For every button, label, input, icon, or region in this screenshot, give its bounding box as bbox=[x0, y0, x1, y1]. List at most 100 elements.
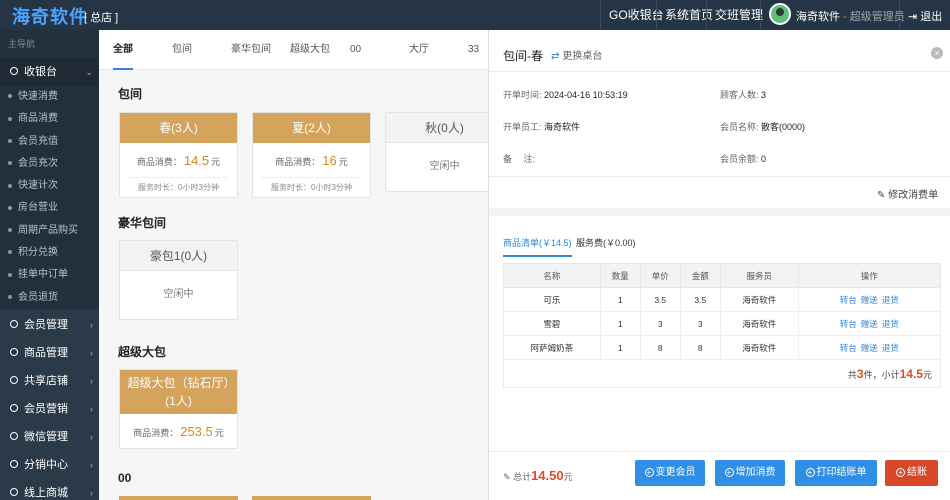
room-card-partial[interactable] bbox=[252, 496, 371, 500]
checkout-button[interactable]: + 结账 bbox=[885, 460, 938, 486]
sidebar-item-member-count[interactable]: 会员充次 bbox=[0, 152, 99, 176]
tab-goods-list[interactable]: 商品清单(￥14.5) bbox=[503, 236, 572, 257]
dot-icon bbox=[8, 116, 12, 121]
user-menu[interactable]: 海奇软件 - 超级管理员 bbox=[760, 0, 905, 30]
sidebar-item-pending-orders[interactable]: 挂单中订单 bbox=[0, 264, 99, 287]
chevron-right-icon: › bbox=[90, 459, 93, 470]
avatar bbox=[769, 3, 791, 25]
chevron-right-icon: › bbox=[90, 431, 93, 442]
edit-icon: ✎ bbox=[503, 472, 511, 482]
sidebar-item-quick-count[interactable]: 快速计次 bbox=[0, 175, 99, 198]
room-status: 空闲中 bbox=[429, 161, 460, 172]
sidebar-group-online-mall[interactable]: 线上商城 › bbox=[0, 479, 99, 500]
gift-link[interactable]: 赠送 bbox=[861, 319, 878, 329]
app-logo: 海奇软件 bbox=[12, 7, 88, 27]
column-header: 名称 bbox=[503, 263, 601, 288]
tab-private-room[interactable]: 包间 bbox=[172, 30, 192, 70]
chevron-right-icon: › bbox=[90, 347, 93, 358]
table-row: 雪碧 1 3 3 海奇软件 转台 赠送 退货 bbox=[503, 311, 942, 336]
dot-icon bbox=[8, 138, 12, 143]
transfer-link[interactable]: 转台 bbox=[840, 319, 857, 329]
sidebar-group-cashier[interactable]: 收银台 ⌄ bbox=[0, 58, 99, 86]
return-link[interactable]: 退货 bbox=[882, 319, 899, 329]
chevron-right-icon: › bbox=[90, 319, 93, 330]
change-member-button[interactable]: + 变更会员 bbox=[635, 460, 705, 486]
plus-icon: + bbox=[805, 468, 815, 477]
circle-icon bbox=[10, 375, 18, 384]
column-header: 金额 bbox=[679, 263, 721, 288]
order-detail-panel: 包间-春 ⇄ 更换桌台 × 开单时间: 2024-04-16 10:53:19 顾… bbox=[488, 30, 950, 500]
open-time-label: 开单时间: bbox=[503, 90, 542, 100]
tab-all[interactable]: 全部 bbox=[113, 30, 133, 70]
member-label: 会员名称: bbox=[720, 122, 759, 132]
subtotal: 14.5 bbox=[899, 367, 923, 381]
transfer-link[interactable]: 转台 bbox=[840, 295, 857, 305]
room-amount: 253.5 bbox=[180, 424, 213, 439]
plus-icon: + bbox=[644, 468, 654, 477]
room-card-haobao1[interactable]: 豪包1(0人) 空闲中 bbox=[119, 240, 238, 320]
transfer-link[interactable]: 转台 bbox=[840, 343, 857, 353]
room-card-xia[interactable]: 夏(2人) 商品消费： 16 元 服务时长：0小时3分钟 bbox=[252, 112, 371, 198]
tab-luxury-room[interactable]: 豪华包间 bbox=[231, 30, 271, 70]
divider bbox=[489, 176, 950, 177]
sidebar-item-quick-spend[interactable]: 快速消费 bbox=[0, 86, 99, 109]
add-spend-button[interactable]: + 增加消费 bbox=[715, 460, 785, 486]
column-header: 操作 bbox=[797, 263, 942, 288]
sidebar-item-cycle-product[interactable]: 周期产品购买 bbox=[0, 219, 99, 243]
print-bill-button[interactable]: + 打印结账单 bbox=[795, 460, 877, 486]
sidebar-item-goods-spend[interactable]: 商品消费 bbox=[0, 108, 99, 131]
sidebar-item-member-recharge[interactable]: 会员充值 bbox=[0, 130, 99, 153]
swap-icon: ⇄ bbox=[551, 51, 560, 62]
dot-icon bbox=[8, 161, 12, 166]
member: 散客(0000) bbox=[761, 122, 806, 132]
total-amount: 14.50 bbox=[531, 468, 564, 483]
sidebar-group-goods[interactable]: 商品管理 › bbox=[0, 339, 99, 367]
room-amount: 16 bbox=[322, 153, 337, 168]
gift-link[interactable]: 赠送 bbox=[861, 295, 878, 305]
edit-order-button[interactable]: ✎ 修改消费单 bbox=[877, 186, 938, 201]
room-card-super[interactable]: 超级大包（钻石厅）(1人) 商品消费： 253.5 元 bbox=[119, 369, 238, 449]
room-card-qiu[interactable]: 秋(0人) 空闲中 bbox=[385, 112, 488, 192]
sidebar-item-room-business[interactable]: 房台营业 bbox=[0, 197, 99, 220]
item-count: 3 bbox=[856, 367, 864, 381]
sidebar-group-distribution[interactable]: 分销中心 › bbox=[0, 451, 99, 479]
user-name: 海奇软件 bbox=[796, 11, 840, 23]
sidebar-group-shared-store[interactable]: 共享店铺 › bbox=[0, 367, 99, 395]
close-icon[interactable]: × bbox=[931, 47, 943, 59]
sidebar-group-marketing[interactable]: 会员营销 › bbox=[0, 395, 99, 423]
sidebar-group-members[interactable]: 会员管理 › bbox=[0, 311, 99, 339]
section-title: 豪华包间 bbox=[118, 216, 167, 230]
circle-icon bbox=[10, 67, 18, 75]
dot-icon bbox=[8, 94, 12, 99]
order-total: ✎ 总计14.50元 bbox=[503, 468, 573, 483]
sidebar-item-points-exchange[interactable]: 积分兑换 bbox=[0, 242, 99, 265]
sidebar-group-wechat[interactable]: 微信管理 › bbox=[0, 423, 99, 451]
sidebar-item-member-return[interactable]: 会员退货 bbox=[0, 286, 99, 309]
return-link[interactable]: 退货 bbox=[882, 343, 899, 353]
circle-icon bbox=[10, 431, 18, 440]
tab-hall[interactable]: 大厅 bbox=[409, 30, 429, 70]
chevron-right-icon: › bbox=[90, 487, 93, 498]
room-category-tabs: 全部 包间 豪华包间 超级大包 00 大厅 33 bbox=[99, 30, 488, 70]
tab-33[interactable]: 33 bbox=[468, 30, 479, 70]
table-row: 可乐 1 3.5 3.5 海奇软件 转台 赠送 退货 bbox=[503, 287, 942, 312]
room-board: 全部 包间 豪华包间 超级大包 00 大厅 33 包间 春(3人) 商品消费： 1… bbox=[99, 30, 488, 500]
tab-00[interactable]: 00 bbox=[350, 30, 361, 70]
column-header: 单价 bbox=[639, 263, 681, 288]
panel-title: 包间-春 bbox=[503, 49, 543, 63]
tab-service-fee[interactable]: 服务费(￥0.00) bbox=[576, 236, 636, 249]
section-title: 包间 bbox=[118, 87, 143, 101]
logout-button[interactable]: ⇥ 退出 bbox=[908, 8, 942, 24]
return-link[interactable]: 退货 bbox=[882, 295, 899, 305]
table-row: 阿萨姆奶茶 1 8 8 海奇软件 转台 赠送 退货 bbox=[503, 335, 942, 360]
swap-table-button[interactable]: ⇄ 更换桌台 bbox=[551, 47, 602, 62]
order-items-table: 名称 数量 单价 金额 服务员 操作 可乐 1 3.5 3.5 海奇软件 转台赠… bbox=[503, 263, 942, 360]
gift-link[interactable]: 赠送 bbox=[861, 343, 878, 353]
column-header: 服务员 bbox=[719, 263, 799, 288]
tab-super-room[interactable]: 超级大包 bbox=[290, 30, 330, 70]
room-card-partial[interactable] bbox=[119, 496, 238, 500]
divider bbox=[489, 208, 950, 216]
room-card-chun[interactable]: 春(3人) 商品消费： 14.5 元 服务时长：0小时3分钟 bbox=[119, 112, 238, 198]
circle-icon bbox=[10, 403, 18, 412]
chevron-down-icon: ⌄ bbox=[85, 67, 93, 77]
